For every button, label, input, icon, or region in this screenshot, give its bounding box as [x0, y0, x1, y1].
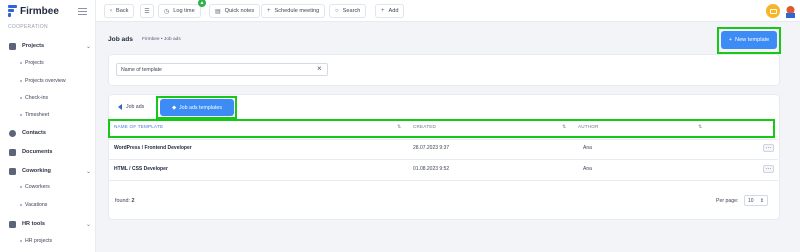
sidebar-item-projects[interactable]: Projects ⌄: [0, 39, 96, 53]
chevron-down-icon: ⌄: [86, 221, 92, 228]
column-header-author[interactable]: AUTHOR: [578, 124, 599, 129]
template-icon: ◆: [171, 104, 177, 111]
quick-notes-button[interactable]: ▤ Quick notes: [209, 4, 261, 18]
timer-badge-icon: ▲: [198, 0, 206, 7]
column-header-created[interactable]: CREATED: [413, 124, 436, 129]
column-header-name[interactable]: NAME OF TEMPLATE: [114, 124, 163, 129]
schedule-meeting-button[interactable]: + Schedule meeting: [261, 4, 326, 18]
plus-icon: +: [728, 37, 733, 43]
clipboard-icon: [9, 42, 16, 50]
close-icon[interactable]: ×: [317, 65, 322, 73]
breadcrumb[interactable]: Firmbee • Job ads: [142, 37, 181, 42]
more-options-button[interactable]: ···: [763, 165, 774, 173]
template-name[interactable]: HTML / CSS Developer: [114, 166, 168, 172]
highlight-box: [108, 119, 775, 138]
sort-icon[interactable]: ⇅: [562, 124, 566, 130]
top-toolbar: ‹ Back ☰ ◷ Log time ▲ ▤ Quick notes + Schedu…: [96, 0, 800, 22]
menu-button[interactable]: ☰: [140, 4, 154, 18]
document-icon: [9, 148, 16, 156]
author-name: Ana: [583, 145, 592, 151]
firmbee-logo-icon: [8, 5, 17, 17]
sidebar-subitem-hr-projects[interactable]: HR projects: [0, 235, 96, 247]
tab-job-ads[interactable]: Job ads: [118, 104, 144, 110]
sidebar-item-label: HR tools: [22, 221, 45, 227]
per-page-label: Per page:: [716, 198, 739, 204]
row-divider: [108, 180, 778, 181]
logo[interactable]: Firmbee: [8, 5, 59, 17]
chevron-down-icon: ⌄: [86, 43, 92, 50]
chevron-updown-icon: ⇕: [759, 197, 764, 204]
search-icon: ○: [335, 8, 339, 14]
chevron-down-icon: ⌄: [86, 168, 92, 175]
mail-icon[interactable]: [766, 4, 780, 18]
row-divider: [108, 159, 778, 160]
sidebar-item-label: Coworking: [22, 168, 51, 174]
list-icon: ☰: [144, 8, 150, 15]
sidebar-subitem-coworkers[interactable]: Coworkers: [0, 181, 96, 193]
new-template-button[interactable]: + New template: [721, 31, 777, 49]
person-icon: [9, 129, 16, 137]
sort-icon[interactable]: ⇅: [698, 124, 702, 130]
found-count: found: 2: [115, 198, 135, 204]
back-button[interactable]: ‹ Back: [104, 4, 135, 18]
log-time-button[interactable]: ◷ Log time: [158, 4, 201, 18]
created-date: 01.08.2023 9:52: [413, 166, 450, 172]
clock-icon: ◷: [164, 8, 170, 15]
sidebar-item-contacts[interactable]: Contacts: [0, 126, 96, 140]
section-label: COOPERATION: [8, 24, 48, 30]
sort-icon[interactable]: ⇅: [397, 124, 401, 130]
template-name[interactable]: WordPress / Frontend Developer: [114, 145, 192, 151]
add-button[interactable]: + Add: [375, 4, 405, 18]
sidebar-subitem-timesheet[interactable]: Timesheet: [0, 109, 96, 121]
sidebar-item-label: Contacts: [22, 130, 46, 136]
sidebar: Firmbee COOPERATION Projects ⌄ Projects …: [0, 0, 96, 252]
sidebar-subitem-vacations[interactable]: Vacations: [0, 199, 96, 211]
author-name: Ana: [583, 166, 592, 172]
collapse-sidebar-icon[interactable]: [78, 8, 87, 15]
sidebar-item-coworking[interactable]: Coworking ⌄: [0, 164, 96, 178]
sidebar-item-hr-tools[interactable]: HR tools ⌄: [0, 217, 96, 231]
avatar[interactable]: [784, 4, 797, 18]
back-arrow-icon: [118, 104, 122, 110]
chevron-left-icon: ‹: [110, 8, 112, 14]
sidebar-item-documents[interactable]: Documents: [0, 145, 96, 159]
sidebar-subitem-check-ins[interactable]: Check-ins: [0, 92, 96, 104]
more-options-button[interactable]: ···: [763, 144, 774, 152]
sidebar-item-label: Documents: [22, 149, 53, 155]
sidebar-subitem-projects[interactable]: Projects: [0, 57, 96, 69]
tab-job-ads-templates[interactable]: ◆ Job ads templates: [160, 99, 234, 116]
sidebar-subitem-projects-overview[interactable]: Projects overview: [0, 75, 96, 87]
note-icon: ▤: [215, 8, 221, 15]
search-button[interactable]: ○ Search: [329, 4, 367, 18]
plus-icon: +: [267, 8, 271, 14]
page-title: Job ads: [108, 36, 133, 43]
plus-icon: +: [381, 8, 385, 14]
people-icon: [9, 167, 16, 175]
template-name-input[interactable]: Name of template: [116, 63, 328, 76]
people-icon: [9, 220, 16, 228]
logo-text: Firmbee: [20, 5, 59, 17]
sidebar-item-label: Projects: [22, 43, 45, 49]
per-page-select[interactable]: 10 ⇕: [744, 195, 768, 206]
created-date: 28.07.2023 9:37: [413, 145, 450, 151]
row-divider: [108, 139, 778, 140]
